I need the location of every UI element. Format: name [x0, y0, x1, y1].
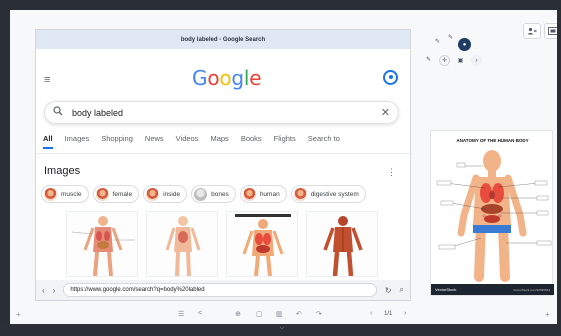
pen-toolbar: ✎ ✎ ● ✎ ✛ ▣ › [418, 35, 502, 72]
anatomy-poster[interactable]: ANATOMY OF THE HUMAN BODY VectorStock Ve… [430, 130, 554, 296]
add-page-icon[interactable]: + [545, 310, 550, 319]
eraser-icon[interactable]: ✎ [423, 54, 434, 65]
poster-brand: VectorStock [435, 287, 457, 292]
share-icon[interactable]: < [198, 310, 202, 317]
chip-thumbnail [146, 187, 160, 201]
user-icon-button[interactable] [523, 23, 541, 39]
chip-label: inside [163, 190, 181, 198]
poster-footer: VectorStock VectorStock.com/32596543 [431, 284, 554, 295]
tab-books[interactable]: Books [241, 134, 262, 143]
anatomy-figure-image [235, 214, 291, 276]
logo-letter: G [192, 66, 208, 90]
user-icon [527, 27, 537, 35]
menu-icon[interactable]: ≡ [44, 74, 50, 86]
chip-label: muscle [61, 190, 82, 198]
tab-shopping[interactable]: Shopping [101, 134, 133, 143]
image-result[interactable] [146, 211, 218, 277]
more-options-icon[interactable]: ⋮ [387, 167, 396, 178]
chip-inside[interactable]: inside [143, 185, 188, 203]
chip-thumbnail [44, 187, 57, 201]
chip-thumbnail [242, 187, 256, 201]
image-result[interactable] [66, 211, 138, 277]
images-heading: Images [44, 165, 81, 177]
related-chips: muscle female inside bones human digesti… [41, 185, 411, 205]
image-result[interactable] [226, 211, 298, 277]
image-results [66, 211, 386, 277]
whiteboard-canvas[interactable]: body labeled - Google Search ≡ Google bo… [10, 10, 557, 324]
fit-screen-icon[interactable]: ▢ [256, 310, 263, 318]
forward-icon[interactable]: › [53, 286, 56, 295]
logo-letter: e [249, 66, 262, 90]
tab-images[interactable]: Images [65, 134, 90, 143]
chip-label: bones [211, 190, 229, 198]
expand-icon[interactable]: › [471, 55, 482, 66]
delete-icon[interactable]: ▥ [276, 310, 283, 318]
chip-human[interactable]: human [239, 185, 287, 203]
color-picker-icon[interactable]: ● [458, 38, 471, 51]
url-bar: ‹ › https://www.google.com/search?q=body… [36, 280, 410, 300]
chip-thumbnail [95, 187, 109, 201]
undo-icon[interactable]: ↶ [296, 310, 302, 318]
browser-titlebar: body labeled - Google Search [36, 30, 410, 49]
tab-all[interactable]: All [43, 134, 53, 149]
anatomy-figure-image [165, 216, 201, 276]
reload-icon[interactable]: ↻ [385, 286, 392, 295]
previous-page-icon[interactable]: ‹ [370, 310, 372, 317]
tab-maps[interactable]: Maps [210, 134, 228, 143]
chip-digestive-system[interactable]: digestive system [290, 185, 366, 203]
tab-news[interactable]: News [145, 134, 164, 143]
url-field[interactable]: https://www.google.com/search?q=body%20l… [63, 283, 377, 297]
anatomy-figure-image [71, 216, 135, 276]
select-icon[interactable]: ▣ [455, 55, 466, 66]
tab-flights[interactable]: Flights [274, 134, 296, 143]
divider [36, 153, 412, 154]
search-bar[interactable]: body labeled ✕ [44, 101, 399, 124]
browser-window: body labeled - Google Search ≡ Google bo… [35, 29, 412, 301]
search-input[interactable]: body labeled [72, 108, 381, 118]
tab-search-tools[interactable]: Search to [308, 134, 340, 143]
bottom-toolbar: + ☰ < ⊕ ▢ ▥ ↶ ↷ ‹ 1/1 › + [10, 306, 557, 324]
window-icon [548, 27, 557, 35]
move-icon[interactable]: ✛ [439, 55, 450, 66]
back-icon[interactable]: ‹ [42, 286, 45, 295]
next-page-icon[interactable]: › [404, 310, 406, 317]
poster-credit: VectorStock.com/32596543 [513, 287, 550, 292]
pen-icon[interactable]: ✎ [432, 36, 443, 47]
chip-bones[interactable]: bones [191, 185, 236, 203]
muscle-figure-image [323, 216, 363, 276]
anatomy-illustration [436, 150, 552, 282]
google-logo[interactable]: Google [192, 66, 262, 90]
logo-letter: o [207, 66, 220, 90]
chip-muscle[interactable]: muscle [41, 185, 89, 203]
window-icon-button[interactable] [544, 23, 557, 39]
chip-female[interactable]: female [92, 185, 140, 203]
marker-icon[interactable]: ✎ [445, 32, 456, 43]
image-result[interactable] [306, 211, 378, 277]
search-icon[interactable]: ⌕ [400, 285, 404, 295]
chip-thumbnail [194, 187, 208, 201]
page-indicator: 1/1 [384, 311, 393, 317]
search-tabs: All Images Shopping News Videos Maps Boo… [43, 134, 405, 152]
logo-letter: g [231, 66, 244, 90]
close-icon[interactable]: ✕ [381, 106, 390, 119]
device-logo: ◡ [279, 324, 285, 330]
add-left-icon[interactable]: + [16, 310, 21, 319]
chip-label: female [112, 190, 133, 198]
tab-videos[interactable]: Videos [176, 134, 199, 143]
zoom-icon[interactable]: ⊕ [235, 310, 241, 318]
list-icon[interactable]: ☰ [178, 310, 184, 318]
screen: body labeled - Google Search ≡ Google bo… [10, 10, 557, 324]
chip-label: digestive system [310, 190, 359, 198]
chip-label: human [259, 190, 280, 198]
account-icon[interactable] [383, 70, 398, 85]
search-icon[interactable] [53, 106, 63, 119]
redo-icon[interactable]: ↷ [316, 310, 322, 318]
display-frame: body labeled - Google Search ≡ Google bo… [0, 0, 561, 336]
chip-thumbnail [293, 187, 307, 201]
logo-letter: o [219, 66, 232, 90]
